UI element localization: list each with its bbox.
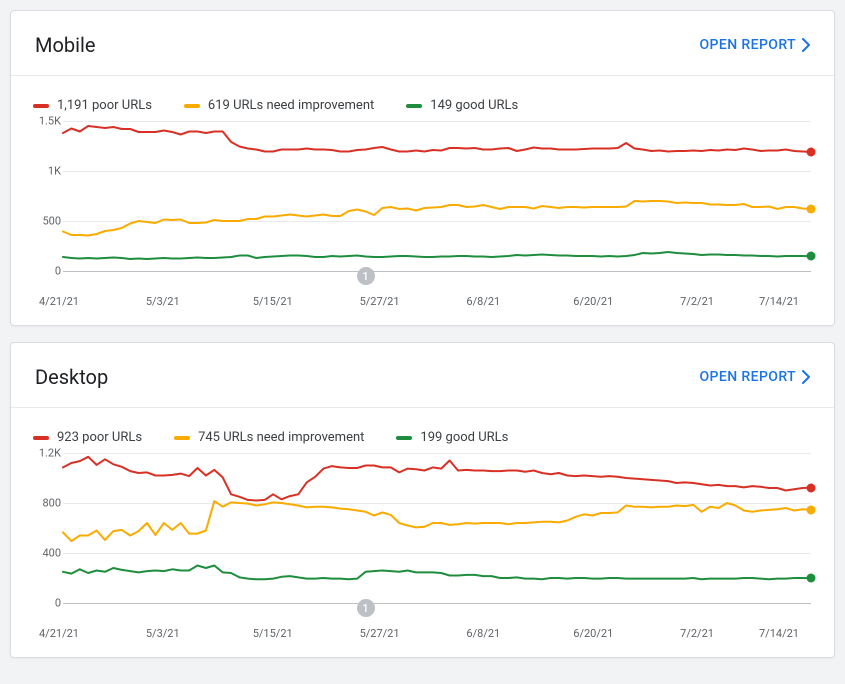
x-tick: 7/14/21 (759, 295, 799, 308)
chevron-right-icon (802, 38, 810, 52)
y-tick: 1K (35, 165, 61, 178)
legend-item-good: 149 good URLs (406, 98, 518, 113)
series-end-dot-good (807, 574, 816, 583)
x-tick: 6/20/21 (573, 295, 613, 308)
open-report-label: OPEN REPORT (700, 37, 796, 53)
x-tick: 4/21/21 (39, 295, 79, 308)
legend-label-poor: 1,191 poor URLs (57, 98, 152, 113)
event-marker[interactable]: 1 (357, 599, 375, 617)
y-tick: 0 (35, 597, 61, 610)
legend-label-need: 619 URLs need improvement (208, 98, 374, 113)
x-tick: 7/2/21 (680, 627, 714, 640)
x-tick: 5/27/21 (360, 295, 400, 308)
legend-label-good: 149 good URLs (430, 98, 518, 113)
x-tick: 7/14/21 (759, 627, 799, 640)
open-report-link[interactable]: OPEN REPORT (700, 37, 810, 53)
chevron-right-icon (802, 370, 810, 384)
legend-dash-poor (33, 104, 49, 108)
card-header: Desktop OPEN REPORT (11, 343, 834, 407)
series-line-poor (63, 126, 811, 152)
y-tick: 0 (35, 265, 61, 278)
mobile-card: Mobile OPEN REPORT 1,191 poor URLs 619 U… (10, 10, 835, 326)
card-header: Mobile OPEN REPORT (11, 11, 834, 75)
legend-dash-good (396, 436, 412, 440)
x-tick: 6/20/21 (573, 627, 613, 640)
y-tick: 1.2K (35, 447, 61, 460)
series-end-dot-need (807, 505, 816, 514)
legend-item-need: 745 URLs need improvement (174, 430, 364, 445)
x-tick: 5/3/21 (146, 627, 180, 640)
legend-item-poor: 923 poor URLs (33, 430, 142, 445)
x-tick: 7/2/21 (680, 295, 714, 308)
series-end-dot-poor (807, 483, 816, 492)
series-end-dot-need (807, 205, 816, 214)
legend-label-poor: 923 poor URLs (57, 430, 142, 445)
x-ticks: 4/21/21 5/3/21 5/15/21 5/27/21 6/8/21 6/20/21… (39, 619, 834, 643)
gridline (63, 603, 811, 604)
legend: 1,191 poor URLs 619 URLs need improvemen… (11, 76, 834, 121)
legend-dash-good (406, 104, 422, 108)
series-line-good (63, 252, 811, 259)
y-tick: 800 (35, 497, 61, 510)
legend-item-poor: 1,191 poor URLs (33, 98, 152, 113)
legend-item-need: 619 URLs need improvement (184, 98, 374, 113)
series-end-dot-good (807, 252, 816, 261)
legend-dash-need (184, 104, 200, 108)
plot (63, 121, 811, 271)
y-tick: 1.5K (35, 115, 61, 128)
y-tick: 500 (35, 215, 61, 228)
chart-desktop: 04008001.2K1 4/21/215/3/215/15/215/27/21… (11, 453, 834, 657)
legend-label-good: 199 good URLs (420, 430, 508, 445)
desktop-card: Desktop OPEN REPORT 923 poor URLs 745 UR… (10, 342, 835, 658)
x-tick: 4/21/21 (39, 627, 79, 640)
x-tick: 6/8/21 (466, 627, 500, 640)
series-line-good (63, 566, 811, 580)
x-tick: 5/15/21 (253, 295, 293, 308)
series-line-need (63, 201, 811, 236)
legend-dash-poor (33, 436, 49, 440)
gridline (63, 271, 811, 272)
x-tick: 5/15/21 (253, 627, 293, 640)
series-line-need (63, 501, 811, 541)
chart-mobile: 05001K1.5K1 4/21/215/3/215/15/215/27/216… (11, 121, 834, 325)
chart-area: 05001K1.5K1 (35, 121, 811, 271)
series-line-poor (63, 457, 811, 501)
legend-dash-need (174, 436, 190, 440)
open-report-link[interactable]: OPEN REPORT (700, 369, 810, 385)
legend-label-need: 745 URLs need improvement (198, 430, 364, 445)
event-marker[interactable]: 1 (357, 267, 375, 285)
x-ticks: 4/21/21 5/3/21 5/15/21 5/27/21 6/8/21 6/20/21… (39, 287, 834, 311)
x-tick: 5/27/21 (360, 627, 400, 640)
card-title: Desktop (35, 365, 108, 389)
chart-area: 04008001.2K1 (35, 453, 811, 603)
x-tick: 5/3/21 (146, 295, 180, 308)
x-tick: 6/8/21 (466, 295, 500, 308)
open-report-label: OPEN REPORT (700, 369, 796, 385)
y-tick: 400 (35, 547, 61, 560)
legend-item-good: 199 good URLs (396, 430, 508, 445)
card-title: Mobile (35, 33, 95, 57)
plot (63, 453, 811, 603)
series-end-dot-poor (807, 147, 816, 156)
legend: 923 poor URLs 745 URLs need improvement … (11, 408, 834, 453)
